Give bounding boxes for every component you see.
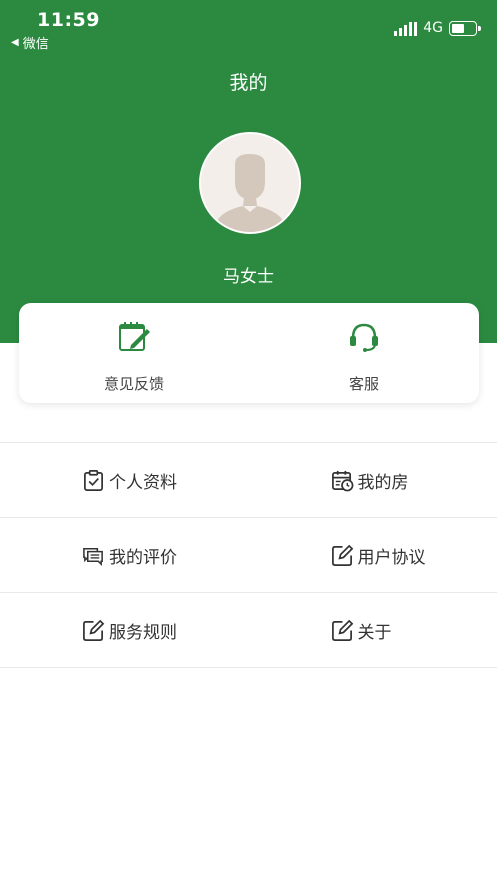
edit-icon xyxy=(331,544,353,566)
back-arrow-icon: ◀ xyxy=(11,37,19,48)
back-app-label: 微信 xyxy=(22,37,49,52)
edit-icon xyxy=(83,619,105,641)
menu-item-label: 我的评价 xyxy=(109,547,177,568)
feedback-label: 意见反馈 xyxy=(103,375,164,393)
menu-item-profile[interactable]: 个人资料 xyxy=(0,443,249,517)
username: 马女士 xyxy=(223,267,274,287)
network-type: 4G xyxy=(423,20,443,36)
customer-service-label: 客服 xyxy=(348,375,379,393)
status-indicators: 4G xyxy=(394,20,481,36)
page-title: 我的 xyxy=(229,72,268,94)
menu-item-my-house[interactable]: 我的房 xyxy=(249,443,497,517)
profile-screen: 11:59 ◀ 微信 4G 我的 马女士 意见反馈 客服 个人资料 我的房 我的… xyxy=(0,0,497,883)
menu-item-user-agreement[interactable]: 用户协议 xyxy=(249,518,497,592)
edit-icon xyxy=(331,619,353,641)
battery-icon xyxy=(449,20,481,36)
menu-item-label: 个人资料 xyxy=(109,472,177,493)
menu-item-label: 我的房 xyxy=(357,472,409,493)
feedback-button[interactable]: 意见反馈 xyxy=(19,303,249,403)
menu-row: 我的评价 用户协议 xyxy=(0,518,497,593)
menu-item-service-rules[interactable]: 服务规则 xyxy=(0,593,249,667)
chat-bubbles-icon xyxy=(83,547,103,566)
status-bar: 11:59 ◀ 微信 4G xyxy=(0,0,497,56)
menu-item-my-reviews[interactable]: 我的评价 xyxy=(0,518,249,592)
menu-row: 服务规则 关于 xyxy=(0,593,497,668)
status-time: 11:59 xyxy=(37,9,100,31)
menu-item-label: 服务规则 xyxy=(109,622,177,643)
clipboard-check-icon xyxy=(84,469,103,491)
battery-level xyxy=(452,23,465,33)
menu-grid: 个人资料 我的房 我的评价 用户协议 服务规则 关于 xyxy=(0,442,497,668)
headset-icon xyxy=(350,323,378,352)
menu-item-about[interactable]: 关于 xyxy=(249,593,497,667)
calendar-clock-icon xyxy=(331,470,353,491)
customer-service-button[interactable]: 客服 xyxy=(249,303,479,403)
menu-item-label: 关于 xyxy=(357,622,392,643)
feedback-notepad-icon xyxy=(119,322,150,351)
signal-icon xyxy=(394,20,418,36)
menu-row: 个人资料 我的房 xyxy=(0,443,497,518)
back-to-app-link[interactable]: ◀ 微信 xyxy=(11,33,49,52)
quick-actions-card: 意见反馈 客服 xyxy=(19,303,479,403)
default-avatar-icon xyxy=(201,134,299,232)
avatar[interactable] xyxy=(199,132,301,234)
menu-item-label: 用户协议 xyxy=(357,547,426,568)
profile-header: 11:59 ◀ 微信 4G 我的 马女士 xyxy=(0,0,497,343)
